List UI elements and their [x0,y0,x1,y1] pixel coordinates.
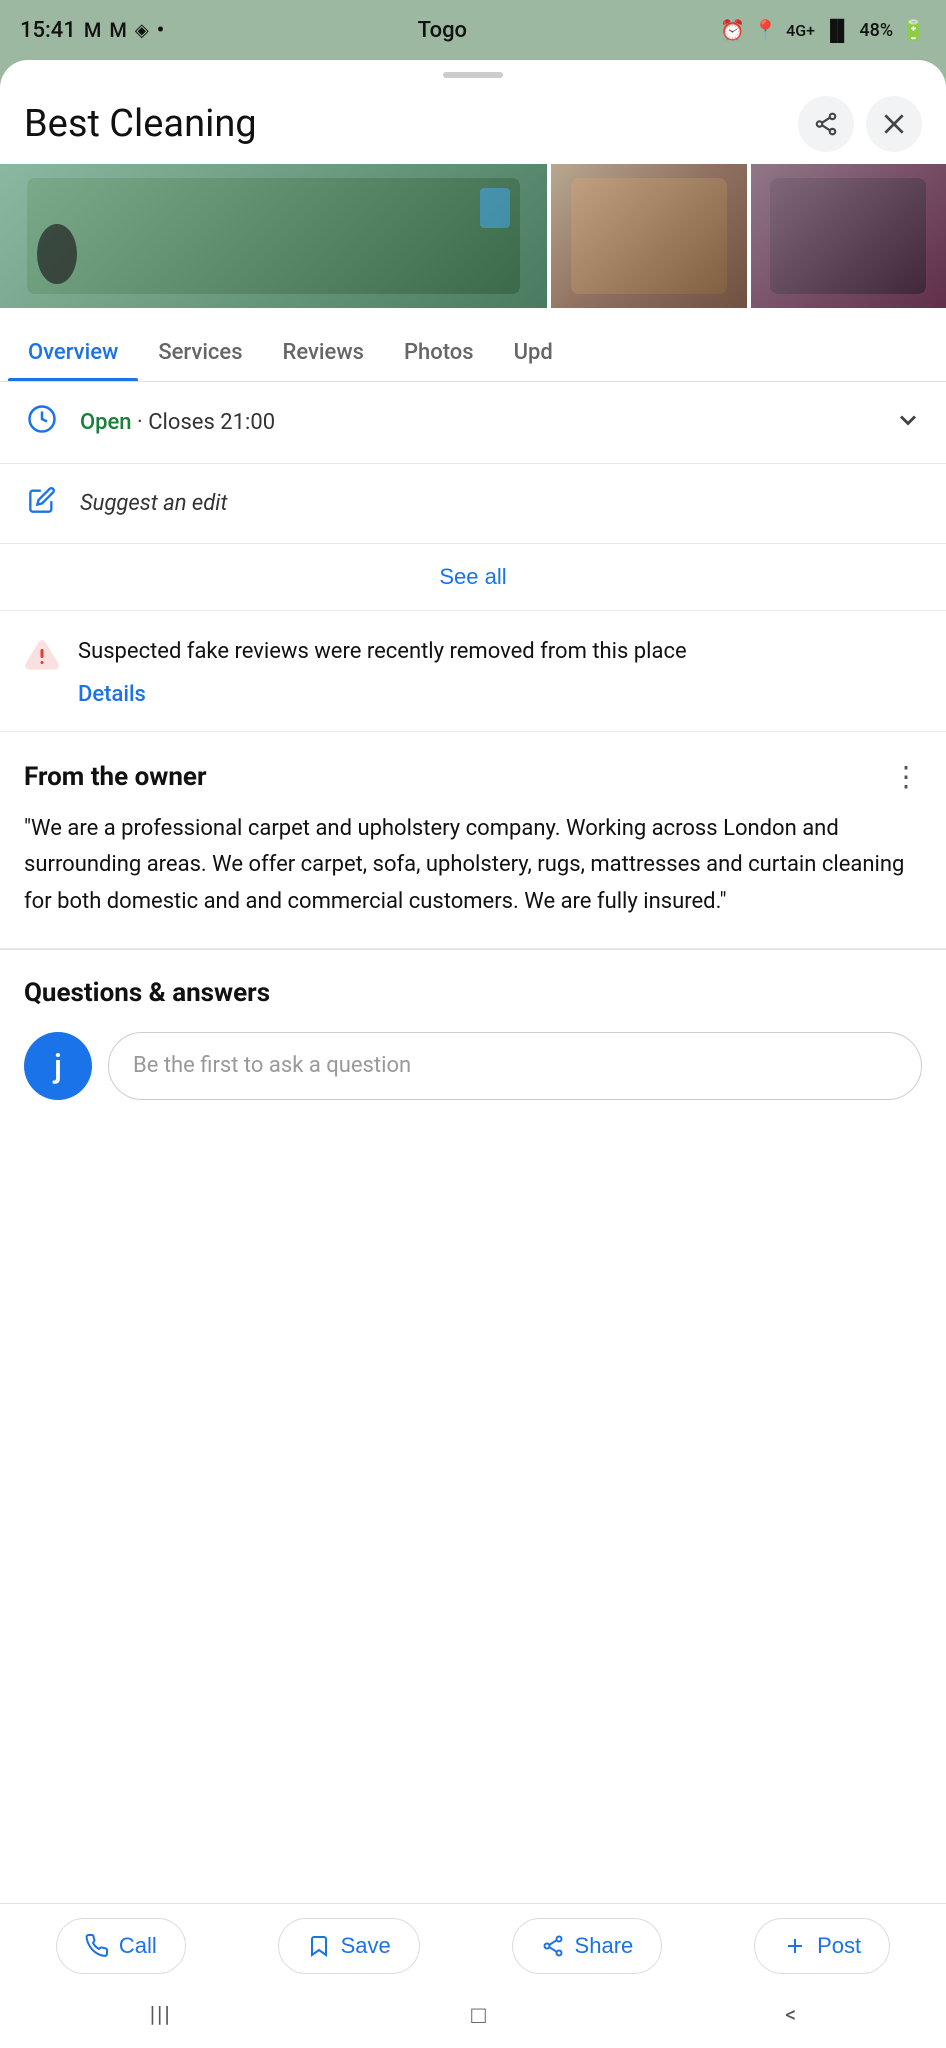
suggest-edit-label: Suggest an edit [80,491,922,516]
share-button[interactable] [798,96,854,152]
back-button[interactable]: < [785,2003,796,2028]
pencil-icon [24,486,60,521]
tab-services[interactable]: Services [138,324,262,381]
location-icon: 📍 [753,18,778,42]
warning-content: Suspected fake reviews were recently rem… [78,635,922,707]
see-all-row: See all [0,544,946,611]
tab-overview[interactable]: Overview [8,324,138,381]
photo-3[interactable] [751,164,946,308]
gmail-icon-2: M [109,18,127,42]
time: 15:41 [20,18,76,43]
header: Best Cleaning [0,78,946,164]
warning-details-link[interactable]: Details [78,682,146,707]
qa-section: Questions & answers j Be the first to as… [0,950,946,1128]
battery-icon: 🔋 [901,18,926,42]
status-right: ⏰ 📍 4G+ ▐▌ 48% 🔋 [720,18,926,43]
see-all-button[interactable]: See all [439,564,506,590]
nav-bar: ||| □ < [0,1988,946,2048]
owner-title: From the owner [24,762,207,792]
hours-content: Open · Closes 21:00 [80,410,874,435]
owner-header: From the owner ⋮ [24,760,922,793]
save-label: Save [341,1933,391,1959]
bottom-spacer [0,1128,946,1288]
qa-title: Questions & answers [24,978,922,1008]
battery-label: 48% [859,20,893,41]
maps-icon: ◈ [135,20,149,41]
home-button[interactable]: □ [471,2001,486,2030]
signal-icon: ▐▌ [823,18,851,43]
gmail-icon: M [84,18,102,42]
warning-banner: Suspected fake reviews were recently rem… [0,611,946,732]
user-avatar: j [24,1032,92,1100]
more-options-button[interactable]: ⋮ [892,760,922,793]
warning-triangle-icon [24,635,60,677]
save-button[interactable]: Save [278,1918,420,1974]
network-label: 4G+ [786,21,815,40]
place-title: Best Cleaning [24,102,798,146]
tab-updates[interactable]: Upd [494,324,573,381]
close-button[interactable] [866,96,922,152]
tab-photos[interactable]: Photos [384,324,494,381]
warning-text: Suspected fake reviews were recently rem… [78,635,922,668]
share-action-button[interactable]: Share [512,1918,663,1974]
bottom-sheet: Best Cleaning [0,60,946,2048]
owner-description: "We are a professional carpet and uphols… [24,811,922,920]
ask-question-placeholder: Be the first to ask a question [133,1053,411,1078]
clock-icon [24,404,60,441]
suggest-edit-row[interactable]: Suggest an edit [0,464,946,544]
photos-strip[interactable] [0,164,946,324]
status-bar: 15:41 M M ◈ • Togo ⏰ 📍 4G+ ▐▌ 48% 🔋 [0,0,946,60]
hours-row[interactable]: Open · Closes 21:00 [0,382,946,464]
call-label: Call [119,1933,157,1959]
header-actions [798,96,922,152]
close-time: · Closes 21:00 [137,410,275,435]
tab-reviews[interactable]: Reviews [263,324,384,381]
alarm-icon: ⏰ [720,18,745,42]
photo-2[interactable] [551,164,746,308]
call-button[interactable]: Call [56,1918,186,1974]
owner-section: From the owner ⋮ "We are a professional … [0,732,946,949]
qa-input-row: j Be the first to ask a question [24,1032,922,1100]
carrier: Togo [418,18,467,43]
open-status: Open [80,410,132,435]
tabs-bar: Overview Services Reviews Photos Upd [0,324,946,382]
status-left: 15:41 M M ◈ • [20,18,164,43]
photo-1[interactable] [0,164,547,308]
bottom-action-bar: Call Save Share Post [0,1903,946,1988]
chevron-down-icon[interactable] [894,406,922,440]
ask-question-input[interactable]: Be the first to ask a question [108,1032,922,1100]
dot-indicator: • [157,18,165,43]
recent-apps-button[interactable]: ||| [150,2003,172,2028]
share-label: Share [575,1933,634,1959]
post-label: Post [817,1933,861,1959]
post-button[interactable]: Post [754,1918,890,1974]
